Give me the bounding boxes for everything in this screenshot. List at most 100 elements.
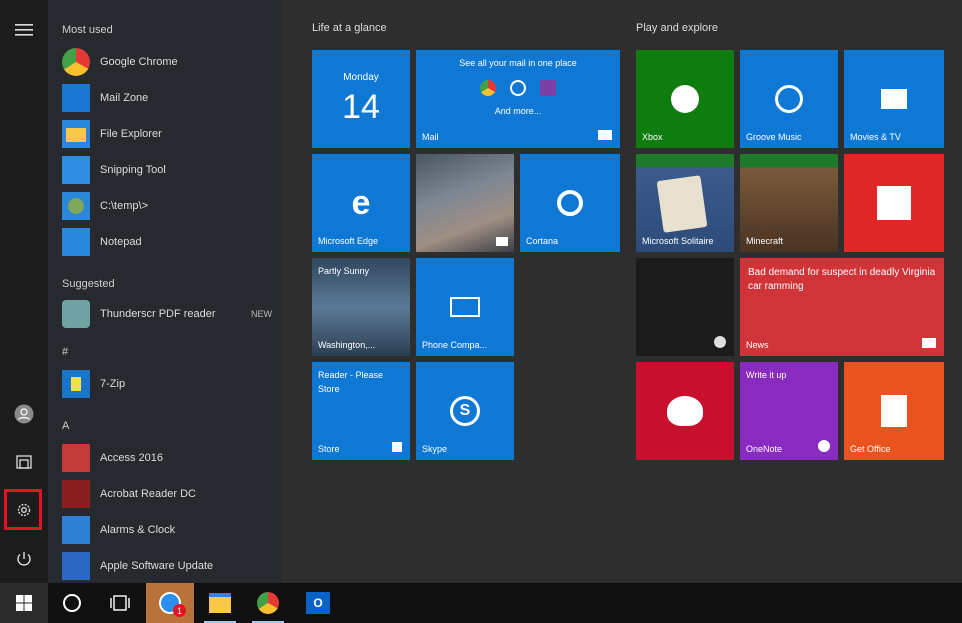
app-item-command[interactable]: C:\temp\> [62, 188, 272, 224]
tile-onenote[interactable]: Write it up OneNote [740, 362, 838, 460]
letter-header-hash[interactable]: # [62, 346, 68, 358]
file-explorer-icon [209, 593, 231, 613]
weather-title: Partly Sunny [318, 266, 370, 276]
mail-sub: And more... [494, 106, 542, 116]
documents-icon [16, 455, 32, 469]
tile-label: OneNote [746, 444, 783, 454]
app-item-apple-update[interactable]: Apple Software Update [62, 548, 272, 583]
app-item-notepad[interactable]: Notepad [62, 224, 272, 260]
taskbar-file-explorer[interactable] [196, 583, 244, 623]
app-label: Acrobat Reader DC [100, 488, 196, 500]
tile-label: Cortana [526, 236, 559, 246]
group-title-play: Play and explore [636, 22, 718, 34]
tile-photos[interactable] [416, 154, 514, 252]
news-photo-icon [714, 336, 726, 348]
taskbar-chrome[interactable] [244, 583, 292, 623]
tile-label: Minecraft [746, 236, 784, 246]
app-item-7zip[interactable]: 7-Zip [62, 366, 272, 402]
tile-label: Store [318, 444, 340, 454]
tile-cortana[interactable]: Cortana [520, 154, 620, 252]
tile-minecraft[interactable]: Minecraft [740, 154, 838, 252]
photos-icon [496, 237, 508, 246]
app-item-mail[interactable]: Mail Zone [62, 80, 272, 116]
tile-mail[interactable]: See all your mail in one place And more.… [416, 50, 620, 148]
tile-news-photo[interactable] [636, 258, 734, 356]
tile-news[interactable]: Bad demand for suspect in deadly Virgini… [740, 258, 944, 356]
tile-get-office[interactable]: Get Office [844, 362, 944, 460]
mail-envelope-icon [598, 130, 612, 140]
tile-weather[interactable]: Partly Sunny Washington,... [312, 258, 410, 356]
start-button[interactable] [0, 583, 48, 623]
new-badge: NEW [251, 309, 272, 319]
app-item-suggested[interactable]: Thunderscr PDF reader NEW [62, 296, 272, 332]
app-label: Alarms & Clock [100, 524, 176, 536]
tile-label: Mail [422, 132, 439, 142]
yahoo-icon [540, 80, 556, 96]
hamburger-button[interactable] [0, 6, 48, 54]
app-label: Snipping Tool [100, 164, 166, 176]
tile-label: Microsoft Edge [318, 236, 379, 246]
tile-groove[interactable]: Groove Music [740, 50, 838, 148]
taskbar-chat-app[interactable]: 1 [146, 583, 194, 623]
suggested-header: Suggested [62, 278, 115, 290]
app-item-chrome[interactable]: Google Chrome [62, 44, 272, 80]
calendar-day: Monday [343, 72, 379, 83]
clock-icon [62, 516, 90, 544]
app-item-alarms[interactable]: Alarms & Clock [62, 512, 272, 548]
tile-phone-companion[interactable]: Phone Compa... [416, 258, 514, 356]
app-item-snipping-tool[interactable]: Snipping Tool [62, 152, 272, 188]
tile-label: Phone Compa... [422, 340, 488, 350]
onenote-icon [818, 440, 830, 452]
mail-account-icons [416, 80, 620, 96]
tile-calendar[interactable]: Monday 14 [312, 50, 410, 148]
flipboard-icon [877, 186, 911, 220]
access-icon [62, 444, 90, 472]
taskbar: 1 O [0, 583, 962, 623]
google-icon [480, 80, 496, 96]
user-account-button[interactable] [0, 390, 48, 438]
tile-flipboard[interactable] [844, 154, 944, 252]
groove-music-icon [775, 85, 803, 113]
skype-icon: S [450, 396, 480, 426]
documents-button[interactable] [0, 438, 48, 486]
pdf-reader-icon [62, 300, 90, 328]
tile-label: News [746, 340, 769, 350]
app-label: Mail Zone [100, 92, 149, 104]
scissors-icon [62, 156, 90, 184]
tile-label: Skype [422, 444, 448, 454]
tile-solitaire[interactable]: Microsoft Solitaire [636, 154, 734, 252]
cortana-search-button[interactable] [48, 583, 96, 623]
tile-xbox[interactable]: Xbox [636, 50, 734, 148]
app-label: Thunderscr PDF reader [100, 308, 216, 320]
task-view-button[interactable] [96, 583, 144, 623]
outlook-icon: O [306, 592, 330, 614]
tile-label: Microsoft Solitaire [642, 236, 714, 246]
power-icon [17, 552, 31, 566]
settings-highlight-box [4, 489, 42, 530]
start-rail [0, 0, 48, 583]
user-icon [14, 404, 34, 424]
power-button[interactable] [0, 535, 48, 583]
movies-icon [881, 89, 907, 109]
app-label: Apple Software Update [100, 560, 214, 572]
app-item-acrobat[interactable]: Acrobat Reader DC [62, 476, 272, 512]
tile-label: Groove Music [746, 132, 802, 142]
tile-skype[interactable]: S Skype [416, 362, 514, 460]
app-item-access[interactable]: Access 2016 [62, 440, 272, 476]
news-icon [922, 338, 936, 348]
app-label: Notepad [100, 236, 142, 248]
tile-edge[interactable]: e Microsoft Edge [312, 154, 410, 252]
tile-movies[interactable]: Movies & TV [844, 50, 944, 148]
edge-icon: e [351, 183, 371, 222]
letter-header-a[interactable]: A [62, 420, 69, 432]
chrome-icon [62, 48, 90, 76]
taskbar-outlook[interactable]: O [294, 583, 342, 623]
tile-iheartradio[interactable] [636, 362, 734, 460]
chrome-icon [257, 592, 279, 614]
mail-headline: See all your mail in one place [459, 58, 577, 68]
cortana-circle-icon [63, 594, 81, 612]
task-view-icon [110, 595, 130, 611]
news-headline: Bad demand for suspect in deadly Virgini… [748, 267, 936, 292]
tile-reader[interactable]: Reader - Please Store Store [312, 362, 410, 460]
app-item-file-explorer[interactable]: File Explorer [62, 116, 272, 152]
